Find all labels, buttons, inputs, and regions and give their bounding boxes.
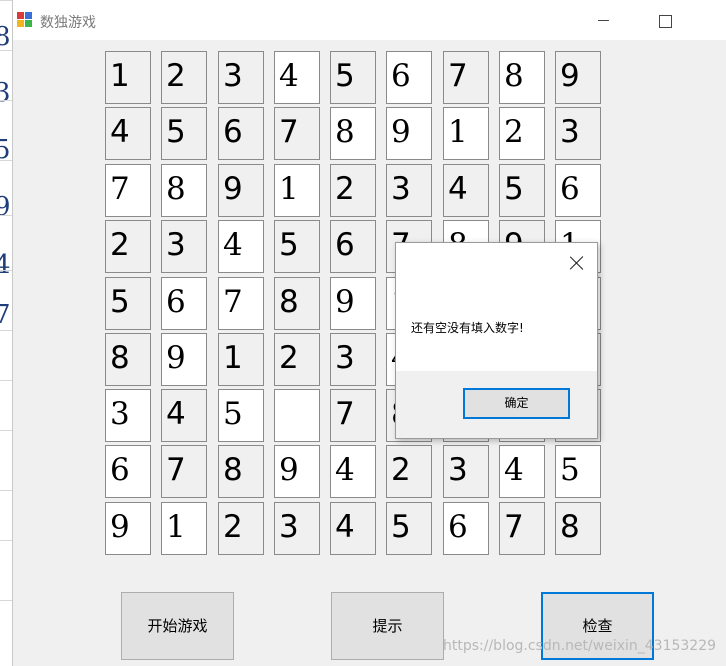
background-rule	[0, 50, 12, 51]
sudoku-cell[interactable]: 3	[105, 389, 151, 442]
sudoku-cell[interactable]: 3	[386, 164, 432, 217]
sudoku-cell[interactable]: 8	[330, 107, 376, 160]
sudoku-cell[interactable]: 4	[443, 164, 489, 217]
background-glyph: 4	[0, 250, 11, 280]
sudoku-cell[interactable]: 7	[330, 389, 376, 442]
sudoku-cell[interactable]: 1	[161, 502, 207, 555]
title-bar[interactable]: 数独游戏	[13, 0, 726, 40]
sudoku-window: 数独游戏 12345678945678912378912345623456789…	[12, 0, 726, 666]
sudoku-cell[interactable]: 7	[105, 164, 151, 217]
sudoku-cell[interactable]: 2	[274, 333, 320, 386]
close-icon[interactable]	[569, 255, 585, 271]
background-rule	[0, 380, 12, 381]
sudoku-cell[interactable]: 7	[443, 51, 489, 104]
sudoku-cell[interactable]: 7	[218, 277, 264, 330]
sudoku-cell[interactable]: 7	[274, 107, 320, 160]
sudoku-cell[interactable]: 3	[330, 333, 376, 386]
sudoku-cell[interactable]: 6	[105, 445, 151, 498]
sudoku-cell[interactable]: 2	[218, 502, 264, 555]
message-dialog: 还有空没有填入数字! 确定	[395, 242, 598, 439]
background-rule	[0, 270, 12, 271]
sudoku-cell[interactable]: 2	[105, 220, 151, 273]
background-rule	[0, 330, 12, 331]
sudoku-cell[interactable]: 6	[218, 107, 264, 160]
ok-button[interactable]: 确定	[463, 388, 570, 419]
sudoku-cell[interactable]: 8	[105, 333, 151, 386]
background-rule	[0, 215, 12, 216]
sudoku-cell[interactable]: 1	[105, 51, 151, 104]
background-glyph: 9	[0, 192, 11, 222]
sudoku-cell[interactable]: 4	[330, 502, 376, 555]
start-game-button[interactable]: 开始游戏	[121, 592, 234, 660]
background-glyph: 8	[0, 22, 11, 52]
sudoku-cell[interactable]: 3	[161, 220, 207, 273]
background-rule	[0, 160, 12, 161]
background-rule	[0, 0, 12, 1]
sudoku-cell[interactable]: 2	[386, 445, 432, 498]
sudoku-cell[interactable]: 5	[499, 164, 545, 217]
sudoku-cell[interactable]: 7	[161, 445, 207, 498]
sudoku-cell[interactable]: 3	[555, 107, 601, 160]
sudoku-cell[interactable]	[274, 389, 320, 442]
background-rule	[0, 430, 12, 431]
sudoku-cell[interactable]: 6	[161, 277, 207, 330]
sudoku-cell[interactable]: 5	[218, 389, 264, 442]
sudoku-cell[interactable]: 9	[555, 51, 601, 104]
dialog-message: 还有空没有填入数字!	[411, 321, 524, 335]
sudoku-cell[interactable]: 9	[330, 277, 376, 330]
sudoku-cell[interactable]: 5	[386, 502, 432, 555]
sudoku-cell[interactable]: 9	[218, 164, 264, 217]
sudoku-cell[interactable]: 6	[330, 220, 376, 273]
sudoku-cell[interactable]: 2	[330, 164, 376, 217]
sudoku-cell[interactable]: 8	[161, 164, 207, 217]
sudoku-cell[interactable]: 4	[330, 445, 376, 498]
sudoku-cell[interactable]: 4	[218, 220, 264, 273]
background-rule	[0, 600, 12, 601]
sudoku-cell[interactable]: 6	[555, 164, 601, 217]
sudoku-cell[interactable]: 3	[443, 445, 489, 498]
background-rule	[0, 490, 12, 491]
sudoku-cell[interactable]: 5	[274, 220, 320, 273]
sudoku-cell[interactable]: 8	[274, 277, 320, 330]
background-glyph: 7	[0, 300, 11, 330]
sudoku-cell[interactable]: 6	[386, 51, 432, 104]
watermark: https://blog.csdn.net/weixin_43153229	[443, 638, 717, 654]
sudoku-cell[interactable]: 4	[499, 445, 545, 498]
minimize-button[interactable]	[583, 8, 623, 34]
sudoku-cell[interactable]: 4	[274, 51, 320, 104]
sudoku-cell[interactable]: 9	[105, 502, 151, 555]
maximize-button[interactable]	[645, 8, 685, 34]
sudoku-cell[interactable]: 8	[499, 51, 545, 104]
sudoku-cell[interactable]: 4	[161, 389, 207, 442]
background-glyph: 3	[0, 78, 11, 108]
sudoku-cell[interactable]: 5	[555, 445, 601, 498]
sudoku-cell[interactable]: 5	[105, 277, 151, 330]
background-rule	[0, 100, 12, 101]
sudoku-cell[interactable]: 8	[218, 445, 264, 498]
background-rule	[0, 540, 12, 541]
sudoku-cell[interactable]: 3	[274, 502, 320, 555]
sudoku-cell[interactable]: 2	[161, 51, 207, 104]
sudoku-cell[interactable]: 1	[218, 333, 264, 386]
sudoku-cell[interactable]: 7	[499, 502, 545, 555]
sudoku-cell[interactable]: 9	[386, 107, 432, 160]
sudoku-cell[interactable]: 6	[443, 502, 489, 555]
sudoku-cell[interactable]: 4	[105, 107, 151, 160]
sudoku-cell[interactable]: 5	[161, 107, 207, 160]
minimize-icon	[597, 20, 609, 21]
hint-button[interactable]: 提示	[331, 592, 444, 660]
sudoku-cell[interactable]: 2	[499, 107, 545, 160]
dialog-footer: 确定	[396, 371, 597, 438]
sudoku-cell[interactable]: 3	[218, 51, 264, 104]
sudoku-cell[interactable]: 1	[443, 107, 489, 160]
sudoku-cell[interactable]: 5	[330, 51, 376, 104]
sudoku-cell[interactable]: 9	[161, 333, 207, 386]
window-title: 数独游戏	[40, 15, 96, 31]
sudoku-cell[interactable]: 1	[274, 164, 320, 217]
maximize-icon	[658, 15, 672, 28]
sudoku-cell[interactable]: 9	[274, 445, 320, 498]
app-icon	[17, 12, 33, 28]
sudoku-cell[interactable]: 8	[555, 502, 601, 555]
